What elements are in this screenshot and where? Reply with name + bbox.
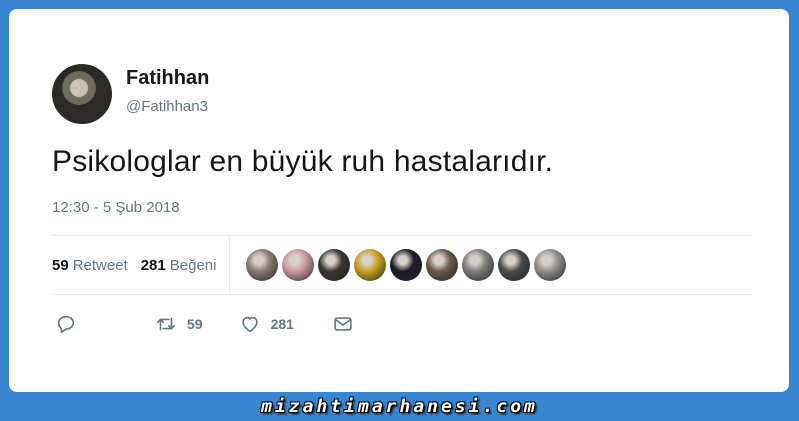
retweet-stat[interactable]: 59 Retweet: [52, 257, 128, 274]
watermark: mizahtimarhanesi.com: [261, 396, 538, 417]
stats-separator: [229, 236, 231, 294]
liker-avatar[interactable]: [246, 249, 279, 281]
like-action-count: 281: [270, 316, 294, 332]
author-name[interactable]: Fatihhan: [126, 67, 209, 90]
author-avatar[interactable]: [52, 64, 112, 124]
tweet-timestamp[interactable]: 12:30 - 5 Şub 2018: [52, 199, 180, 216]
like-label: Beğeni: [169, 256, 217, 274]
liker-avatar[interactable]: [354, 249, 387, 281]
liker-avatars: [246, 249, 567, 281]
author-handle[interactable]: @Fatihhan3: [126, 98, 208, 115]
tweet-stats: 59 Retweet 281 Beğeni: [52, 236, 752, 294]
reply-button[interactable]: [55, 313, 77, 335]
retweet-action-count: 59: [187, 316, 203, 332]
liker-avatar[interactable]: [282, 249, 315, 281]
tweet-text: Psikologlar en büyük ruh hastalarıdır.: [52, 145, 554, 178]
liker-avatar[interactable]: [318, 249, 351, 281]
retweet-label: Retweet: [72, 256, 128, 274]
liker-avatar[interactable]: [426, 249, 459, 281]
retweet-count: 59: [52, 256, 69, 274]
like-button[interactable]: 281: [239, 313, 294, 335]
retweet-button[interactable]: 59: [155, 313, 203, 335]
tweet-actions: 59 281: [52, 309, 452, 339]
liker-avatar[interactable]: [534, 249, 567, 281]
tweet-card: Fatihhan @Fatihhan3 Psikologlar en büyük…: [9, 9, 789, 392]
reply-icon: [57, 315, 75, 334]
liker-avatar[interactable]: [462, 249, 495, 281]
divider-bottom: [52, 294, 752, 295]
retweet-icon: [156, 317, 176, 331]
mail-icon: [334, 317, 352, 331]
liker-avatar[interactable]: [498, 249, 531, 281]
heart-icon: [241, 316, 258, 333]
like-stat[interactable]: 281 Beğeni: [141, 257, 217, 274]
direct-message-button[interactable]: [332, 313, 354, 335]
like-count: 281: [140, 256, 166, 274]
liker-avatar[interactable]: [390, 249, 423, 281]
